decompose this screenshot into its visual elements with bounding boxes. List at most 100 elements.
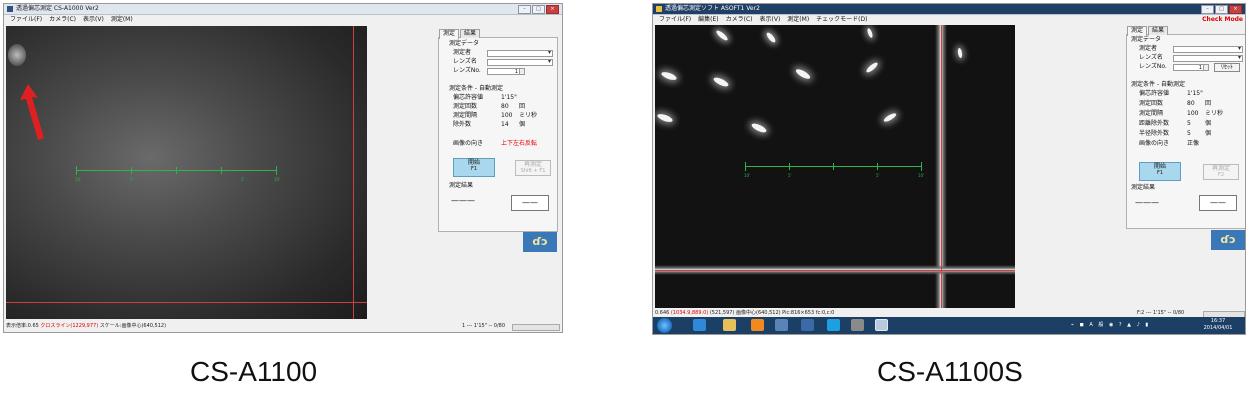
windows-taskbar: ⌁ ◼ A 般 ◉ ? ▲ ♪ ▮ 16:37 2014/04/01 bbox=[653, 317, 1245, 334]
tab-result[interactable]: 結果 bbox=[460, 29, 481, 38]
menu-measure[interactable]: 測定(M) bbox=[787, 15, 809, 25]
minimize-button[interactable]: – bbox=[1201, 5, 1214, 14]
network-app-icon[interactable] bbox=[801, 319, 814, 331]
measurer-label: 測定者 bbox=[1139, 45, 1158, 52]
light-spot bbox=[750, 121, 768, 135]
condition-unit: 個 bbox=[519, 121, 526, 128]
reset-button[interactable]: ﾘｾｯﾄ bbox=[1214, 63, 1240, 72]
tab-measure[interactable]: 測定 bbox=[1127, 26, 1148, 36]
menu-file[interactable]: ファイル(F) bbox=[10, 15, 42, 25]
lens-no-label: レンズNo. bbox=[1139, 63, 1167, 70]
caption-left: CS-A1100 bbox=[190, 356, 318, 387]
light-spot bbox=[660, 70, 678, 82]
result-box: —— bbox=[511, 195, 549, 211]
maximize-button[interactable]: □ bbox=[1215, 5, 1228, 14]
menu-file[interactable]: ファイル(F) bbox=[659, 15, 691, 25]
scale-label: 10' bbox=[744, 173, 751, 178]
scale-tick bbox=[221, 167, 222, 174]
tab-result[interactable]: 結果 bbox=[1148, 26, 1169, 35]
app-icon bbox=[656, 6, 662, 12]
start-button-label: 開始 bbox=[467, 159, 480, 166]
lens-no-label: レンズNo. bbox=[453, 67, 481, 74]
condition-value: 80 bbox=[501, 103, 509, 110]
condition-value: 100 bbox=[1187, 110, 1199, 117]
app-icon bbox=[7, 6, 13, 12]
right-window-title: 透過偏芯測定ソフト ASOFT1 Ver2 bbox=[665, 5, 760, 12]
remeasure-button-label: 再測定 bbox=[523, 161, 542, 168]
app-window-icon[interactable] bbox=[775, 319, 788, 331]
skype-icon[interactable] bbox=[827, 319, 840, 331]
crossline-horizontal bbox=[655, 270, 1015, 271]
start-button-key: F1 bbox=[1156, 170, 1164, 176]
condition-value: 1'15" bbox=[501, 94, 517, 101]
close-button[interactable]: × bbox=[546, 5, 559, 14]
scale-label: 5' bbox=[241, 177, 245, 182]
start-button-key: F1 bbox=[470, 166, 478, 172]
caption-right: CS-A1100S bbox=[877, 356, 1023, 387]
close-button[interactable]: × bbox=[1229, 5, 1242, 14]
condition-label: 除外数 bbox=[453, 121, 472, 128]
scale-label: 10' bbox=[75, 177, 82, 182]
condition-value: 5 bbox=[1187, 130, 1191, 137]
menu-edit[interactable]: 編集(E) bbox=[698, 15, 718, 25]
menu-measure[interactable]: 測定(M) bbox=[111, 15, 133, 25]
section-conditions: 測定条件 - 自動測定 bbox=[1131, 81, 1185, 88]
menu-view[interactable]: 表示(V) bbox=[83, 15, 104, 25]
light-spot bbox=[712, 75, 730, 89]
clock-time: 16:37 bbox=[1210, 318, 1226, 324]
scale-tick bbox=[131, 167, 132, 174]
company-logo: ɗɔ bbox=[523, 232, 557, 252]
measurer-select[interactable] bbox=[1173, 45, 1243, 53]
start-orb-icon[interactable] bbox=[657, 318, 672, 333]
condition-unit: 回 bbox=[519, 103, 526, 110]
image-orientation-label: 画像の向き bbox=[453, 140, 484, 147]
start-button[interactable]: 開始 F1 bbox=[1139, 162, 1181, 181]
crossline-vertical bbox=[941, 25, 942, 308]
right-title-bar: 透過偏芯測定ソフト ASOFT1 Ver2 – □ × bbox=[653, 4, 1245, 15]
menu-camera[interactable]: カメラ(C) bbox=[49, 15, 76, 25]
lens-no-stepper[interactable]: 1 bbox=[1173, 64, 1209, 71]
light-spot bbox=[715, 29, 729, 42]
minimize-button[interactable]: – bbox=[518, 5, 531, 14]
scale-tick bbox=[789, 163, 790, 170]
media-player-icon[interactable] bbox=[751, 319, 764, 331]
section-measure-data: 測定データ bbox=[1131, 36, 1162, 43]
lens-no-stepper[interactable]: 1 bbox=[487, 68, 525, 75]
maximize-button[interactable]: □ bbox=[532, 5, 545, 14]
file-explorer-icon[interactable] bbox=[723, 319, 736, 331]
left-control-panel: 測定 結果 測定データ 測定者 レンズ名 レンズNo. 1 測定条件 - 自動測… bbox=[438, 29, 558, 232]
left-camera-view[interactable]: 10' 5' 5' 10' bbox=[6, 26, 367, 319]
light-spot bbox=[794, 67, 812, 81]
remeasure-button[interactable]: 再測定 Shift + F1 bbox=[515, 160, 551, 176]
scale-tick bbox=[921, 162, 922, 171]
tab-measure[interactable]: 測定 bbox=[439, 29, 460, 39]
clock[interactable]: 16:37 2014/04/01 bbox=[1195, 318, 1241, 332]
remeasure-button[interactable]: 再測定 F2 bbox=[1203, 164, 1239, 180]
right-camera-view[interactable]: 10' 5' 5' 10' bbox=[655, 25, 1015, 308]
light-spot bbox=[865, 61, 879, 74]
red-arrow-icon bbox=[20, 84, 44, 140]
condition-label: 測定回数 bbox=[453, 103, 478, 110]
menu-camera[interactable]: カメラ(C) bbox=[726, 15, 753, 25]
result-label: 測定結果 bbox=[1131, 184, 1156, 191]
result-value: ——— bbox=[451, 196, 475, 205]
scale-tick bbox=[833, 163, 834, 170]
company-logo: ɗɔ bbox=[1211, 230, 1245, 250]
camera-app-icon[interactable] bbox=[851, 319, 864, 331]
active-app-icon[interactable] bbox=[875, 319, 888, 331]
internet-explorer-icon[interactable] bbox=[693, 319, 706, 331]
condition-label: 測定回数 bbox=[1139, 100, 1164, 107]
measurer-select[interactable] bbox=[487, 49, 553, 57]
lens-name-select[interactable] bbox=[1173, 54, 1243, 62]
result-box: —— bbox=[1199, 195, 1237, 211]
start-button[interactable]: 開始 F1 bbox=[453, 158, 495, 177]
start-button-label: 開始 bbox=[1153, 163, 1166, 170]
scale-tick bbox=[877, 163, 878, 170]
status-scale: スケール:画像中心(640,512) bbox=[99, 323, 167, 329]
lens-name-select[interactable] bbox=[487, 58, 553, 66]
condition-unit: 個 bbox=[1205, 120, 1212, 127]
condition-value: 100 bbox=[501, 112, 513, 119]
condition-unit: ミリ秒 bbox=[1205, 110, 1224, 117]
menu-check-mode[interactable]: チェックモード(D) bbox=[816, 15, 867, 25]
menu-view[interactable]: 表示(V) bbox=[760, 15, 781, 25]
